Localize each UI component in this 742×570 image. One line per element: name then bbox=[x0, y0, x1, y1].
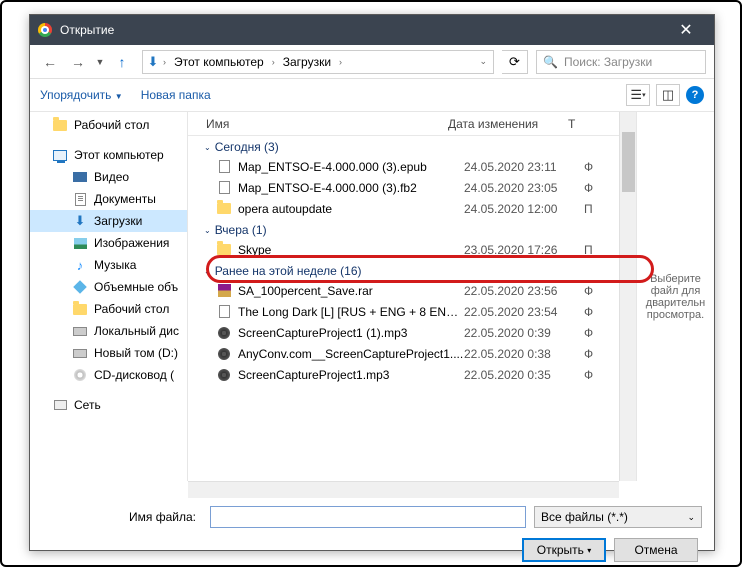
sidebar-item[interactable]: Локальный дис bbox=[30, 320, 187, 342]
sidebar-item[interactable]: Рабочий стол bbox=[30, 114, 187, 136]
up-button[interactable]: ↑ bbox=[110, 50, 134, 74]
bottom-panel: Имя файла: Все файлы (*.*)⌄ Открыть ▾ От… bbox=[30, 498, 714, 570]
file-row[interactable]: AnyConv.com__ScreenCaptureProject1....22… bbox=[188, 343, 619, 364]
hdd-icon bbox=[72, 345, 88, 361]
col-name[interactable]: Имя bbox=[188, 117, 448, 131]
navbar: ← → ▼ ↑ ⬇ › Этот компьютер › Загрузки › … bbox=[30, 45, 714, 79]
open-button[interactable]: Открыть ▾ bbox=[522, 538, 606, 562]
history-dropdown[interactable]: ▼ bbox=[94, 57, 106, 67]
help-button[interactable]: ? bbox=[686, 86, 704, 104]
note-icon: ♪ bbox=[72, 257, 88, 273]
sidebar-item[interactable]: CD-дисковод ( bbox=[30, 364, 187, 386]
chevron-right-icon: › bbox=[163, 57, 166, 67]
dl-icon: ⬇ bbox=[72, 213, 88, 229]
file-row[interactable]: Map_ENTSO-E-4.000.000 (3).epub24.05.2020… bbox=[188, 156, 619, 177]
doc-icon bbox=[72, 191, 88, 207]
close-button[interactable]: ✕ bbox=[666, 20, 706, 40]
new-folder-button[interactable]: Новая папка bbox=[141, 88, 211, 102]
folder-icon bbox=[72, 301, 88, 317]
chrome-icon bbox=[38, 23, 52, 37]
disc-icon bbox=[72, 367, 88, 383]
view-options-button[interactable]: ☰ ▾ bbox=[626, 84, 650, 106]
file-row[interactable]: Map_ENTSO-E-4.000.000 (3).fb224.05.2020 … bbox=[188, 177, 619, 198]
sidebar-item[interactable]: Этот компьютер bbox=[30, 144, 187, 166]
sidebar-item[interactable]: Видео bbox=[30, 166, 187, 188]
vertical-scrollbar[interactable] bbox=[619, 112, 636, 481]
page-icon bbox=[216, 160, 232, 173]
mp3-icon bbox=[216, 348, 232, 360]
breadcrumb-downloads[interactable]: Загрузки bbox=[277, 53, 337, 71]
chevron-right-icon: › bbox=[272, 57, 275, 67]
toolbar: Упорядочить ▼ Новая папка ☰ ▾ ◫ ? bbox=[30, 79, 714, 111]
folder-icon bbox=[52, 117, 68, 133]
sidebar-item[interactable]: Изображения bbox=[30, 232, 187, 254]
img-icon bbox=[72, 235, 88, 251]
chevron-down-icon: ⌄ bbox=[204, 143, 211, 152]
folder-icon bbox=[216, 203, 232, 214]
sidebar: Рабочий стол Этот компьютерВидеоДокументы… bbox=[30, 112, 188, 481]
group-header[interactable]: ⌄ Сегодня (3) bbox=[188, 136, 619, 156]
mp3-icon bbox=[216, 369, 232, 381]
file-row[interactable]: The Long Dark [L] [RUS + ENG + 8 ENG] (.… bbox=[188, 301, 619, 322]
cancel-button[interactable]: Отмена bbox=[614, 538, 698, 562]
group-header[interactable]: ⌄ Ранее на этой неделе (16) bbox=[188, 260, 619, 280]
sidebar-item[interactable]: Сеть bbox=[30, 394, 187, 416]
group-header[interactable]: ⌄ Вчера (1) bbox=[188, 219, 619, 239]
breadcrumb[interactable]: ⬇ › Этот компьютер › Загрузки › ⌄ bbox=[142, 50, 494, 74]
col-date[interactable]: Дата изменения bbox=[448, 117, 568, 131]
chevron-right-icon: › bbox=[339, 57, 342, 67]
tv-icon bbox=[72, 169, 88, 185]
page-icon bbox=[216, 305, 232, 318]
file-row[interactable]: ScreenCaptureProject1.mp322.05.2020 0:35… bbox=[188, 364, 619, 385]
folder-icon bbox=[216, 244, 232, 255]
chevron-down-icon: ⌄ bbox=[204, 267, 211, 276]
cube-icon bbox=[72, 279, 88, 295]
titlebar[interactable]: Открытие ✕ bbox=[30, 15, 714, 45]
net-icon bbox=[52, 397, 68, 413]
breadcrumb-this-pc[interactable]: Этот компьютер bbox=[168, 53, 270, 71]
file-list: Имя Дата изменения Т ⌄ Сегодня (3)Map_EN… bbox=[188, 112, 619, 481]
organize-menu[interactable]: Упорядочить ▼ bbox=[40, 88, 123, 102]
chevron-down-icon[interactable]: ⌄ bbox=[479, 56, 487, 67]
preview-pane: Выберите файл для дварительн просмотра. bbox=[636, 112, 714, 481]
forward-button[interactable]: → bbox=[66, 50, 90, 74]
hdd-icon bbox=[72, 323, 88, 339]
chevron-down-icon: ⌄ bbox=[204, 226, 211, 235]
pc-icon bbox=[52, 147, 68, 163]
sidebar-item[interactable]: ⬇Загрузки bbox=[30, 210, 187, 232]
refresh-button[interactable]: ⟳ bbox=[502, 50, 528, 74]
window-title: Открытие bbox=[60, 23, 114, 37]
back-button[interactable]: ← bbox=[38, 50, 62, 74]
sidebar-item[interactable]: Рабочий стол bbox=[30, 298, 187, 320]
file-row[interactable]: Skype23.05.2020 17:26П bbox=[188, 239, 619, 260]
file-row[interactable]: ScreenCaptureProject1 (1).mp322.05.2020 … bbox=[188, 322, 619, 343]
sidebar-item[interactable]: ♪Музыка bbox=[30, 254, 187, 276]
mp3-icon bbox=[216, 327, 232, 339]
filename-label: Имя файла: bbox=[42, 510, 202, 524]
search-box[interactable]: 🔍 Поиск: Загрузки bbox=[536, 50, 706, 74]
column-headers[interactable]: Имя Дата изменения Т bbox=[188, 112, 619, 136]
file-row[interactable]: opera autoupdate24.05.2020 12:00П bbox=[188, 198, 619, 219]
filename-input[interactable] bbox=[210, 506, 526, 528]
search-placeholder: Поиск: Загрузки bbox=[564, 55, 652, 69]
sidebar-item[interactable]: Новый том (D:) bbox=[30, 342, 187, 364]
file-open-dialog: Открытие ✕ ← → ▼ ↑ ⬇ › Этот компьютер › … bbox=[29, 14, 715, 551]
sidebar-item[interactable]: Объемные объ bbox=[30, 276, 187, 298]
file-row[interactable]: SA_100percent_Save.rar22.05.2020 23:56Ф bbox=[188, 280, 619, 301]
horizontal-scrollbar[interactable] bbox=[188, 481, 619, 498]
filetype-dropdown[interactable]: Все файлы (*.*)⌄ bbox=[534, 506, 702, 528]
downloads-icon: ⬇ bbox=[145, 54, 161, 70]
main-area: Рабочий стол Этот компьютерВидеоДокументы… bbox=[30, 111, 714, 481]
page-icon bbox=[216, 181, 232, 194]
rar-icon bbox=[216, 284, 232, 297]
content: Имя Дата изменения Т ⌄ Сегодня (3)Map_EN… bbox=[188, 112, 714, 481]
search-icon: 🔍 bbox=[543, 55, 558, 69]
preview-pane-button[interactable]: ◫ bbox=[656, 84, 680, 106]
sidebar-item[interactable]: Документы bbox=[30, 188, 187, 210]
col-type[interactable]: Т bbox=[568, 117, 619, 131]
